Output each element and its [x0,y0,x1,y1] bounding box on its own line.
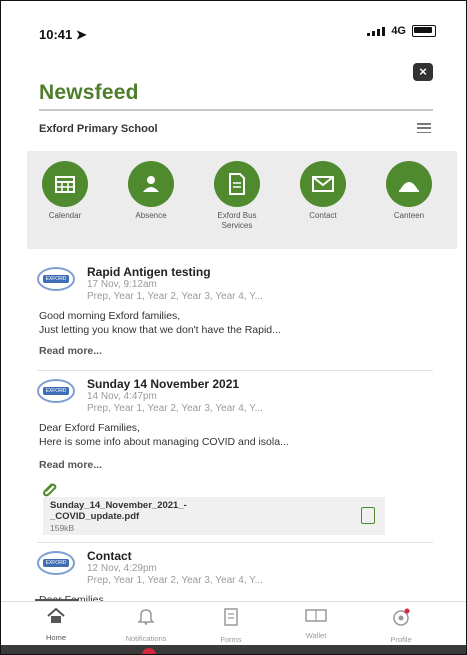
attachment-size: 159kB [50,523,75,533]
tab-wallet[interactable]: Wallet [276,608,356,640]
forms-icon [224,608,238,626]
news-post[interactable]: EXFORD Rapid Antigen testing 17 Nov, 9:1… [37,265,432,365]
document-icon [214,161,260,207]
news-post[interactable]: EXFORD Contact 12 Nov, 4:29pm Prep, Year… [37,549,432,606]
absence-icon [128,161,174,207]
signal-icon [367,26,386,36]
menu-icon[interactable] [417,123,431,133]
attachment-name: Sunday_14_November_2021_- _COVID_update.… [50,500,187,522]
school-logo-avatar: EXFORD [37,379,75,403]
envelope-icon [300,161,346,207]
post-title: Contact [87,549,132,563]
post-divider [37,542,433,543]
shortcut-absence[interactable]: Absence [116,161,186,221]
status-time: 10:41 ➤ [39,27,87,42]
shortcut-strip: Calendar Absence Exford Bus Services Con… [27,151,457,249]
tab-label: Wallet [305,631,327,640]
tab-profile[interactable]: Profile [361,608,441,644]
post-date: 12 Nov, 4:29pm [87,563,157,574]
shortcut-calendar[interactable]: Calendar [30,161,100,221]
shortcut-canteen[interactable]: Canteen [374,161,444,221]
download-file-icon[interactable] [361,507,375,524]
close-button[interactable]: × [413,63,433,81]
shortcut-label: Canteen [393,211,425,220]
system-bottom-bar [1,645,466,654]
post-date: 14 Nov, 4:47pm [87,391,157,402]
post-divider [37,370,433,371]
network-label: 4G [391,25,406,37]
read-more-link[interactable]: Read more... [39,345,102,357]
status-indicators: 4G [367,25,436,37]
shortcut-contact[interactable]: Contact [288,161,358,221]
school-logo-avatar: EXFORD [37,267,75,291]
canteen-icon [386,161,432,207]
post-groups: Prep, Year 1, Year 2, Year 3, Year 4, Y.… [87,403,263,414]
battery-icon [412,25,436,37]
shortcut-bus-services[interactable]: Exford Bus Services [202,161,272,231]
tab-label: Notifications [125,634,167,643]
post-body-line: Just letting you know that we don't have… [39,324,281,336]
post-date: 17 Nov, 9:12am [87,279,157,290]
wallet-icon [305,609,327,622]
app-screen: 10:41 ➤ 4G × Newsfeed Exford Primary Sch… [0,0,467,655]
tab-label: Home [45,633,66,642]
title-divider [39,109,433,111]
page-title: Newsfeed [39,81,139,104]
school-name[interactable]: Exford Primary School [39,123,158,135]
post-title: Rapid Antigen testing [87,265,211,279]
tab-forms[interactable]: Forms [191,608,271,644]
shortcut-label: Exford Bus Services [217,211,257,230]
post-groups: Prep, Year 1, Year 2, Year 3, Year 4, Y.… [87,575,263,586]
tab-notifications[interactable]: Notifications [106,608,186,643]
post-body-line: Good morning Exford families, [39,310,181,322]
tab-label: Forms [220,635,242,644]
school-logo-avatar: EXFORD [37,551,75,575]
pdf-attachment[interactable]: Sunday_14_November_2021_- _COVID_update.… [43,497,385,535]
post-groups: Prep, Year 1, Year 2, Year 3, Year 4, Y.… [87,291,263,302]
shortcut-label: Calendar [48,211,82,220]
shortcut-label: Absence [135,211,167,220]
notification-dot [142,648,156,654]
paperclip-icon [43,483,57,497]
home-icon [47,607,65,623]
news-post[interactable]: EXFORD Sunday 14 November 2021 14 Nov, 4… [37,377,432,477]
post-title: Sunday 14 November 2021 [87,377,240,391]
bell-icon [137,609,155,625]
bottom-tab-bar: Home Notifications Forms Wallet Profile [1,601,466,646]
post-body-line: Dear Exford Families, [39,422,140,434]
status-bar: 10:41 ➤ 4G [1,1,466,49]
shortcut-label: Contact [309,211,337,220]
read-more-link[interactable]: Read more... [39,459,102,471]
profile-icon [393,608,410,626]
post-body-line: Here is some info about managing COVID a… [39,436,289,448]
tab-label: Profile [390,635,412,644]
calendar-icon [42,161,88,207]
tab-home[interactable]: Home [16,607,96,642]
